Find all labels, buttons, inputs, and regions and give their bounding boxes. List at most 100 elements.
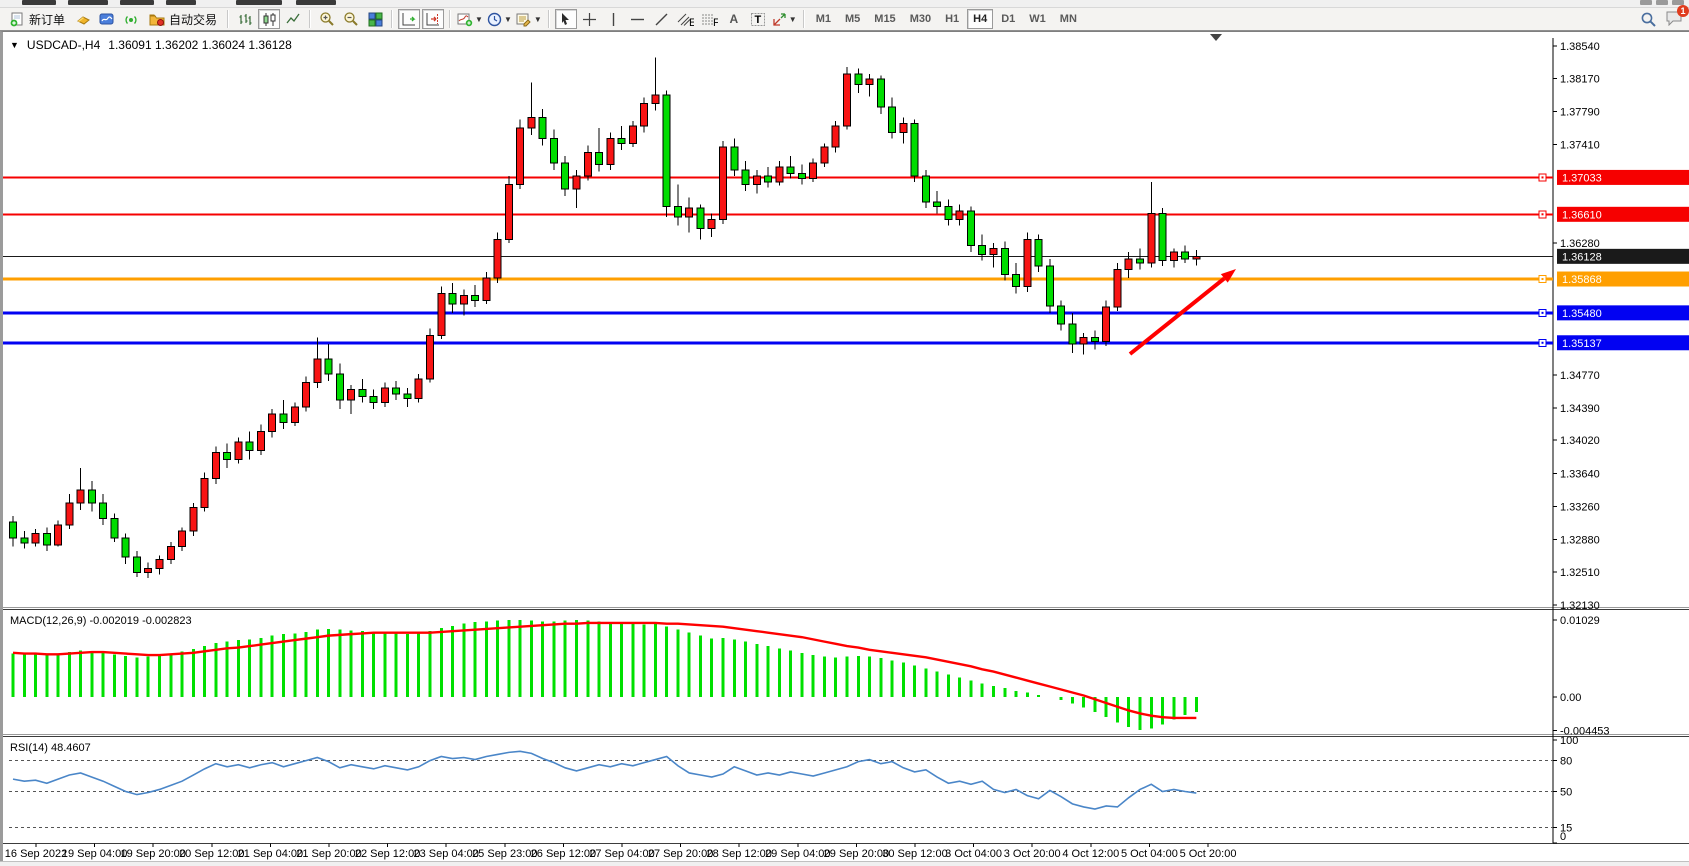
auto-trading-label: 自动交易 [169, 11, 217, 28]
new-order-label: 新订单 [29, 11, 65, 28]
auto-trading-button[interactable]: 自动交易 [144, 9, 222, 29]
clipped-window-control [1656, 0, 1668, 5]
vertical-line-tool-button[interactable] [603, 9, 625, 29]
svg-text:1.37033: 1.37033 [1562, 172, 1602, 184]
svg-text:1.37410: 1.37410 [1560, 140, 1600, 152]
templates-button[interactable]: ▼ [515, 9, 543, 29]
toolbar-separator [391, 10, 393, 28]
zoom-out-button[interactable] [340, 9, 362, 29]
clipped-menubar [0, 0, 1689, 8]
chart-ohlc-values: 1.36091 1.36202 1.36024 1.36128 [108, 38, 292, 52]
trendline-icon [654, 12, 669, 27]
cursor-tool-button[interactable] [555, 9, 577, 29]
new-order-icon [10, 12, 25, 27]
text-tool-button[interactable]: A [723, 9, 745, 29]
svg-text:29 Sep 20:00: 29 Sep 20:00 [824, 848, 889, 860]
svg-text:1.36128: 1.36128 [1562, 251, 1602, 263]
svg-text:19 Sep 04:00: 19 Sep 04:00 [62, 848, 127, 860]
auto-scroll-icon [401, 12, 417, 27]
svg-text:1.36610: 1.36610 [1562, 209, 1602, 221]
horizontal-line-tool-button[interactable] [627, 9, 649, 29]
clipped-menu-item [236, 0, 282, 5]
timeframe-w1-button[interactable]: W1 [1023, 9, 1052, 29]
svg-text:3 Oct 20:00: 3 Oct 20:00 [1004, 848, 1061, 860]
svg-text:E: E [689, 17, 694, 27]
collapse-triangle-icon[interactable]: ▼ [10, 40, 19, 50]
text-tool-label: A [729, 12, 738, 26]
periods-button[interactable]: ▼ [486, 9, 513, 29]
indicators-button[interactable]: ▼ [456, 9, 484, 29]
horizontal-line-icon [630, 13, 645, 26]
notification-badge: 1 [1677, 5, 1689, 17]
search-icon[interactable] [1640, 11, 1657, 28]
channel-tool-button[interactable]: E [675, 9, 697, 29]
indicators-icon [457, 12, 473, 27]
arrows-tool-button[interactable]: ▼ [771, 9, 798, 29]
rsi-indicator-label: RSI(14) 48.4607 [10, 742, 91, 754]
clock-icon [487, 12, 502, 27]
timeframe-mn-button[interactable]: MN [1054, 9, 1083, 29]
chart-shift-icon [425, 12, 441, 27]
trendline-tool-button[interactable] [651, 9, 673, 29]
gold-box-icon [76, 12, 91, 27]
arrow-objects-icon [772, 12, 787, 27]
candlestick-mode-button[interactable] [258, 9, 280, 29]
svg-text:23 Sep 04:00: 23 Sep 04:00 [413, 848, 478, 860]
tile-windows-icon [368, 12, 383, 27]
timeframe-m15-button[interactable]: M15 [868, 9, 901, 29]
svg-text:F: F [713, 17, 718, 27]
zoom-in-button[interactable] [316, 9, 338, 29]
svg-text:1.32510: 1.32510 [1560, 567, 1600, 579]
svg-text:1.33260: 1.33260 [1560, 501, 1600, 513]
market-watch-button[interactable] [72, 9, 94, 29]
chevron-down-icon: ▼ [789, 15, 797, 24]
timeframe-d1-button[interactable]: D1 [995, 9, 1021, 29]
notifications-button[interactable]: 1 [1665, 9, 1683, 31]
terminal-button[interactable] [96, 9, 118, 29]
svg-text:0.00: 0.00 [1560, 692, 1581, 704]
svg-text:21 Sep 20:00: 21 Sep 20:00 [296, 848, 361, 860]
text-label-tool-button[interactable]: T [747, 9, 769, 29]
toolbar-separator [227, 10, 229, 28]
timeframe-h4-button[interactable]: H4 [967, 9, 993, 29]
tile-windows-button[interactable] [364, 9, 386, 29]
window-bottom-strip [0, 861, 1689, 866]
svg-text:1.32880: 1.32880 [1560, 535, 1600, 547]
sound-button[interactable] [120, 9, 142, 29]
ohlc-bars-icon [238, 12, 253, 27]
timeframe-h1-button[interactable]: H1 [939, 9, 965, 29]
timeframe-m30-button[interactable]: M30 [904, 9, 937, 29]
timeframe-m1-button[interactable]: M1 [810, 9, 837, 29]
bar-chart-mode-button[interactable] [234, 9, 256, 29]
chart-canvas[interactable]: 1.385401.381701.377901.374101.362801.347… [3, 32, 1689, 862]
svg-text:100: 100 [1560, 735, 1578, 747]
timeframe-m5-button[interactable]: M5 [839, 9, 866, 29]
svg-text:26 Sep 12:00: 26 Sep 12:00 [531, 848, 596, 860]
svg-text:28 Sep 12:00: 28 Sep 12:00 [706, 848, 771, 860]
clipped-menu-item [22, 0, 56, 5]
crosshair-tool-button[interactable] [579, 9, 601, 29]
svg-text:0: 0 [1560, 831, 1566, 843]
svg-text:27 Sep 04:00: 27 Sep 04:00 [589, 848, 654, 860]
chart-window[interactable]: ▼ USDCAD-,H4 1.36091 1.36202 1.36024 1.3… [0, 31, 1689, 861]
line-chart-mode-button[interactable] [282, 9, 304, 29]
toolbar-right: 1 [1640, 8, 1683, 31]
auto-trading-icon [149, 12, 165, 27]
new-order-button[interactable]: 新订单 [5, 9, 70, 29]
line-chart-icon [286, 12, 301, 27]
text-label-icon: T [750, 12, 766, 27]
clipped-window-control [1640, 0, 1652, 5]
svg-text:5 Oct 20:00: 5 Oct 20:00 [1180, 848, 1237, 860]
auto-scroll-button[interactable] [398, 9, 420, 29]
svg-text:1.35868: 1.35868 [1562, 274, 1602, 286]
mt4-terminal: { "toolbar": { "new_order_label": "新订单",… [0, 0, 1689, 866]
chevron-down-icon: ▼ [534, 15, 542, 24]
svg-text:T: T [754, 14, 761, 26]
toolbar-separator [309, 10, 311, 28]
chart-shift-button[interactable] [422, 9, 444, 29]
fibonacci-tool-button[interactable]: F [699, 9, 721, 29]
sound-icon [124, 12, 139, 27]
svg-text:4 Oct 12:00: 4 Oct 12:00 [1062, 848, 1119, 860]
vertical-line-icon [607, 12, 620, 27]
svg-text:27 Sep 20:00: 27 Sep 20:00 [648, 848, 713, 860]
